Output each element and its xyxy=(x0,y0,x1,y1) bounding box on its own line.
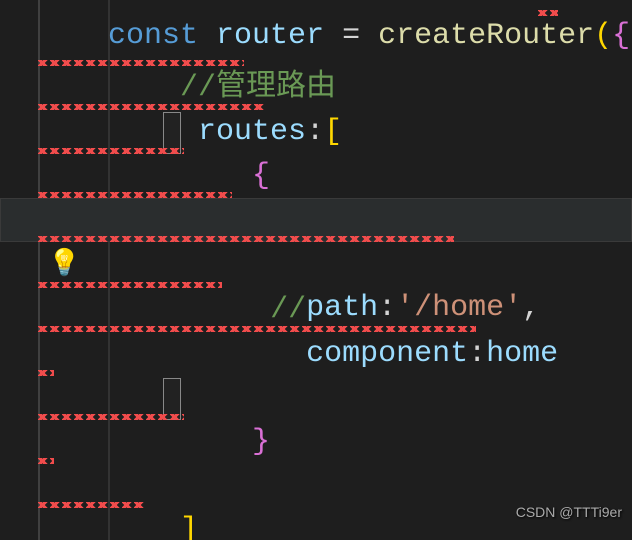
watermark: CSDN @TTTi9er xyxy=(516,490,622,534)
error-underline xyxy=(38,236,454,242)
code-editor[interactable]: const router = createRouter({ //管理路由 rou… xyxy=(0,0,632,540)
error-underline xyxy=(538,10,558,16)
code-line[interactable] xyxy=(0,332,632,376)
bracket: ] xyxy=(180,513,198,540)
code-line[interactable] xyxy=(0,420,632,464)
error-underline xyxy=(38,502,144,508)
